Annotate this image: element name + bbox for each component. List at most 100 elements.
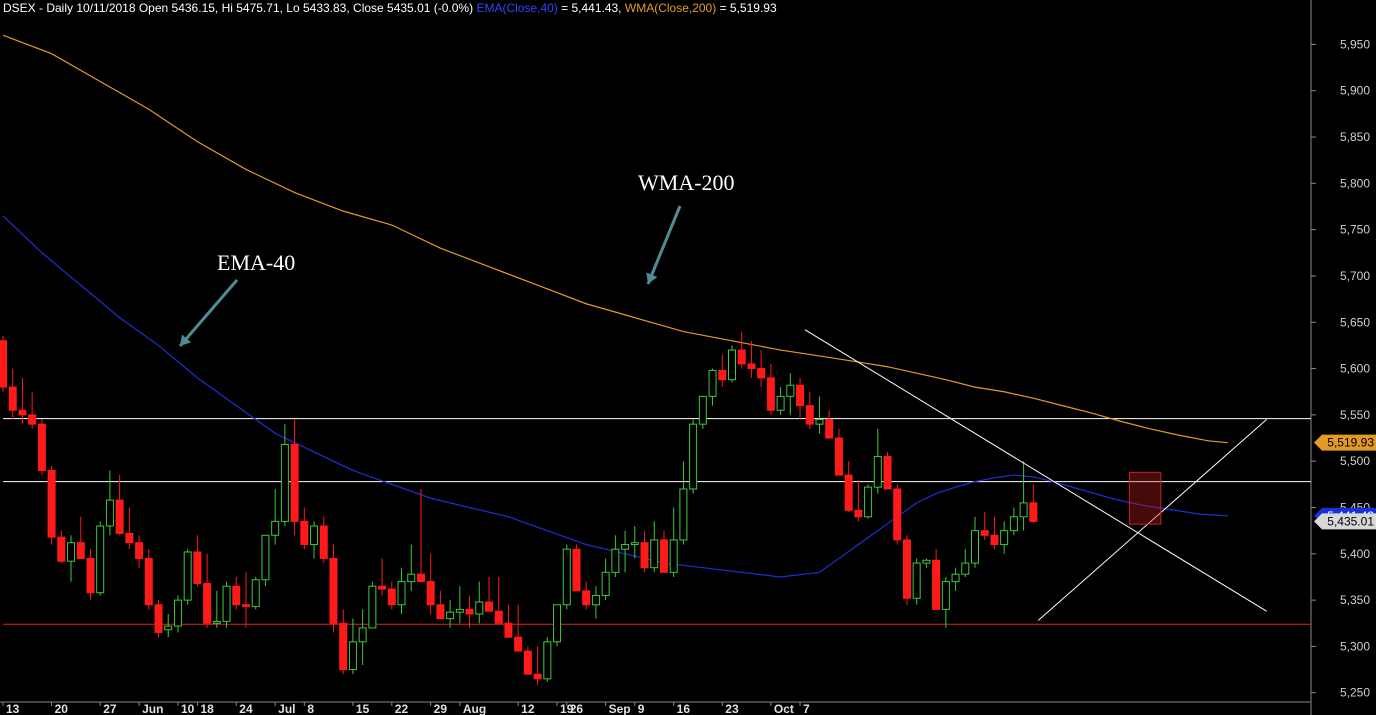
candle-body bbox=[446, 611, 455, 620]
candle-body bbox=[805, 405, 814, 425]
chart-header: DSEX - Daily 10/11/2018 Open 5436.15, Hi… bbox=[3, 1, 777, 15]
candle-body bbox=[572, 548, 581, 592]
x-tick-label: 24 bbox=[239, 702, 253, 715]
candle-body bbox=[144, 557, 153, 606]
candle-body bbox=[465, 608, 474, 615]
candle-body bbox=[280, 444, 289, 522]
candle-down bbox=[0, 336, 7, 392]
price-chart[interactable]: EMA-40WMA-200 5,2505,3005,3505,4005,4505… bbox=[0, 0, 1376, 715]
candle-body bbox=[222, 585, 231, 622]
wma-legend-label: WMA(Close,200) bbox=[624, 1, 717, 15]
candle-body bbox=[28, 414, 37, 425]
candle-body bbox=[329, 557, 338, 624]
x-tick-label: Aug bbox=[463, 702, 486, 715]
candle-body bbox=[1029, 502, 1038, 522]
x-tick-label: 15 bbox=[356, 702, 370, 715]
x-tick-label: 9 bbox=[638, 702, 645, 715]
y-tick-label: 5,400 bbox=[1340, 547, 1370, 561]
candle-body bbox=[718, 369, 727, 381]
candle-body bbox=[543, 641, 552, 680]
x-tick-label: Jun bbox=[142, 702, 163, 715]
candle-body bbox=[902, 539, 911, 599]
candle-body bbox=[844, 474, 853, 511]
candle-body bbox=[290, 444, 299, 522]
candle-body bbox=[494, 610, 503, 624]
candle-body bbox=[251, 579, 260, 608]
candle-body bbox=[1019, 502, 1028, 518]
candle-up bbox=[222, 581, 231, 628]
y-tick-label: 5,700 bbox=[1340, 269, 1370, 283]
candle-body bbox=[533, 673, 542, 680]
candle-body bbox=[961, 562, 970, 575]
candle-body bbox=[368, 585, 377, 629]
candle-body bbox=[980, 530, 989, 536]
x-tick-label: 22 bbox=[395, 702, 409, 715]
candle-body bbox=[339, 622, 348, 671]
y-tick-label: 5,500 bbox=[1340, 454, 1370, 468]
x-tick-label: 13 bbox=[6, 702, 20, 715]
candle-body bbox=[319, 525, 328, 559]
candle-body bbox=[591, 594, 600, 606]
candle-body bbox=[786, 384, 795, 397]
candle-up bbox=[261, 534, 270, 587]
candle-down bbox=[37, 419, 46, 476]
annotation-label: WMA-200 bbox=[638, 170, 735, 195]
candle-body bbox=[407, 573, 416, 583]
candle-body bbox=[562, 548, 571, 606]
x-tick-label: 12 bbox=[521, 702, 535, 715]
candle-body bbox=[834, 437, 843, 476]
candle-body bbox=[932, 559, 941, 610]
candle-body bbox=[854, 509, 863, 518]
candle-body bbox=[37, 423, 46, 471]
candle-body bbox=[358, 627, 367, 643]
y-tick-label: 5,800 bbox=[1340, 176, 1370, 190]
last-value-badge: 5,435.01 bbox=[1314, 513, 1376, 530]
candle-down bbox=[154, 600, 163, 638]
candle-body bbox=[728, 349, 736, 381]
candle-body bbox=[203, 582, 212, 624]
y-tick-label: 5,250 bbox=[1340, 686, 1370, 700]
y-tick-label: 5,350 bbox=[1340, 593, 1370, 607]
candle-body bbox=[8, 386, 17, 411]
candle-down bbox=[523, 646, 532, 675]
candle-up bbox=[728, 345, 736, 383]
candle-body bbox=[261, 534, 270, 581]
candle-body bbox=[708, 369, 717, 397]
candle-body bbox=[475, 601, 484, 615]
candle-body bbox=[426, 581, 435, 606]
x-tick-label: 26 bbox=[570, 702, 584, 715]
x-tick-label: 7 bbox=[803, 702, 810, 715]
candle-body bbox=[679, 488, 688, 541]
candle-body bbox=[183, 551, 192, 601]
candle-body bbox=[125, 532, 134, 544]
candle-body bbox=[455, 608, 464, 613]
candle-body bbox=[86, 557, 95, 594]
highlight-box bbox=[1128, 471, 1162, 525]
y-tick-label: 5,600 bbox=[1340, 362, 1370, 376]
candle-body bbox=[825, 419, 834, 439]
candle-body bbox=[212, 620, 221, 624]
x-tick-label: 27 bbox=[103, 702, 117, 715]
candle-body bbox=[757, 368, 766, 379]
candle-body bbox=[698, 395, 707, 425]
candle-body bbox=[232, 585, 241, 606]
candle-body bbox=[601, 571, 610, 596]
candle-body bbox=[766, 377, 775, 411]
candle-up bbox=[912, 558, 921, 605]
symbol-info: DSEX - Daily 10/11/2018 Open 5436.15, Hi… bbox=[3, 1, 474, 15]
y-tick-label: 5,300 bbox=[1340, 639, 1370, 653]
candle-body bbox=[397, 581, 406, 606]
candle-up bbox=[251, 576, 260, 610]
candle-body bbox=[1009, 516, 1018, 532]
x-tick-label: Jul bbox=[278, 702, 295, 715]
candle-body bbox=[115, 499, 124, 534]
candle-body bbox=[76, 542, 85, 559]
candle-body bbox=[485, 601, 493, 612]
candle-body bbox=[990, 534, 999, 546]
candle-body bbox=[154, 604, 163, 634]
candle-body bbox=[193, 551, 202, 584]
candle-body bbox=[436, 604, 445, 620]
candle-body bbox=[1000, 530, 1009, 546]
candle-body bbox=[300, 520, 309, 546]
candle-body bbox=[689, 423, 698, 490]
